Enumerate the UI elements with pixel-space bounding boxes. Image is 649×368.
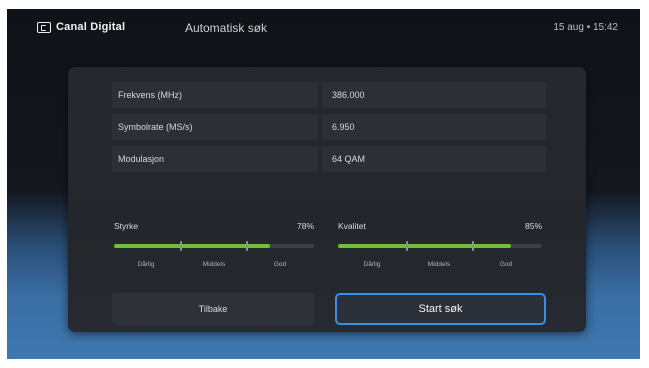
back-button[interactable]: Tilbake [112,293,314,325]
brand-logo: Canal Digital [37,21,125,33]
quality-bar-fill [338,244,512,248]
strength-label: Styrke [114,221,139,231]
brand-name: Canal Digital [56,21,126,33]
strength-scale-medium: Middels [202,261,226,268]
strength-tick-2 [246,241,248,251]
start-search-button[interactable]: Start søk [335,293,546,325]
symbolrate-label: Symbolrate (MS/s) [112,114,318,140]
quality-scale-poor: Dårlig [363,261,381,268]
signal-strength-meter: Styrke 78% Dårlig Middels God [114,221,314,271]
strength-bar [114,241,314,251]
field-row-frequency: Frekvens (MHz) 386.000 [112,82,546,108]
strength-scale: Dårlig Middels God [114,261,314,271]
frequency-label: Frekvens (MHz) [112,82,318,108]
quality-percent: 85% [524,221,542,231]
field-row-symbolrate: Symbolrate (MS/s) 6.950 [112,114,546,140]
frequency-value[interactable]: 386.000 [322,82,546,108]
canal-digital-logo-icon [37,21,51,33]
strength-scale-poor: Dårlig [137,261,155,268]
page-title: Automatisk søk [185,21,268,35]
tv-screen: Canal Digital Automatisk søk 15 aug • 15… [7,9,640,359]
strength-tick-1 [180,241,182,251]
quality-tick-2 [472,241,474,251]
quality-scale-good: God [499,261,513,268]
modulation-value[interactable]: 64 QAM [322,146,546,172]
date-time: 15 aug • 15:42 [553,22,618,33]
strength-percent: 78% [296,221,314,231]
scan-panel: Frekvens (MHz) 386.000 Symbolrate (MS/s)… [68,67,586,332]
signal-quality-meter: Kvalitet 85% Dårlig Middels God [338,221,542,271]
quality-scale: Dårlig Middels God [338,261,542,271]
modulation-label: Modulasjon [112,146,318,172]
quality-tick-1 [406,241,408,251]
strength-scale-good: God [273,261,287,268]
quality-label: Kvalitet [338,221,366,231]
top-bar: Canal Digital Automatisk søk 15 aug • 15… [7,9,640,47]
quality-bar [338,241,542,251]
field-row-modulation: Modulasjon 64 QAM [112,146,546,172]
symbolrate-value[interactable]: 6.950 [322,114,546,140]
quality-scale-medium: Middels [427,261,451,268]
